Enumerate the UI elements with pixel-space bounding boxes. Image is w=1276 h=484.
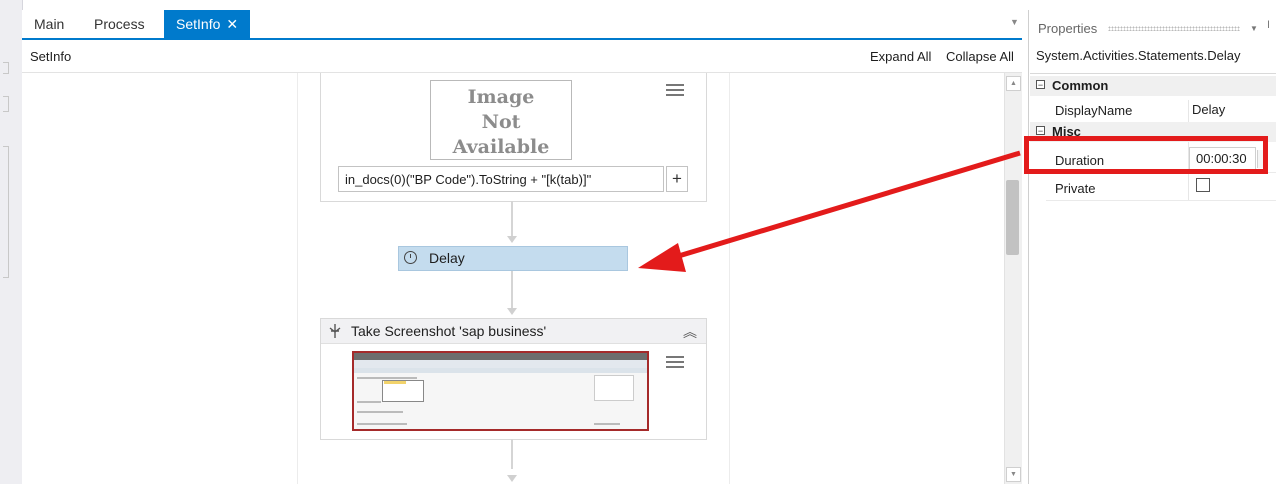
- thumb-detail: [384, 381, 406, 384]
- displayname-field[interactable]: Delay: [1192, 102, 1225, 117]
- breadcrumb[interactable]: SetInfo: [30, 49, 71, 64]
- panel-grip[interactable]: [1108, 26, 1240, 31]
- connector-arrow: [507, 308, 517, 315]
- connector-arrow: [507, 236, 517, 243]
- image-placeholder: Image Not Available: [430, 80, 572, 160]
- connector-line: [511, 439, 513, 469]
- activity-header: Take Screenshot 'sap business' ︽: [321, 319, 706, 344]
- left-gutter: [0, 0, 23, 484]
- image-placeholder-text: Available: [452, 136, 550, 158]
- thumb-detail: [354, 368, 647, 373]
- private-checkbox[interactable]: [1196, 178, 1210, 192]
- tab-label: SetInfo: [176, 16, 221, 32]
- tab-main[interactable]: Main: [22, 10, 76, 38]
- image-placeholder-text: Image: [467, 86, 535, 108]
- panel-dropdown-icon[interactable]: ▼: [1250, 24, 1258, 33]
- tab-process[interactable]: Process: [82, 10, 157, 38]
- plus-icon[interactable]: +: [666, 166, 688, 192]
- screenshot-icon: [329, 324, 341, 338]
- close-icon[interactable]: ✕: [226, 16, 238, 32]
- collapse-box-icon[interactable]: −: [1036, 126, 1045, 136]
- pin-icon[interactable]: Ⅰ: [1267, 20, 1270, 31]
- menu-icon[interactable]: [666, 356, 684, 370]
- collapse-chevron-icon[interactable]: ︽: [683, 322, 697, 342]
- screenshot-thumbnail: [352, 351, 649, 431]
- highlight-box: [1024, 136, 1268, 174]
- activity-title: Take Screenshot 'sap business': [351, 323, 547, 339]
- property-name: DisplayName: [1055, 103, 1133, 118]
- canvas-scrollbar[interactable]: [1004, 73, 1022, 484]
- properties-title: Properties: [1038, 21, 1098, 36]
- tab-label: Main: [34, 16, 65, 32]
- property-name: Private: [1055, 181, 1096, 196]
- thumb-detail: [354, 353, 647, 360]
- image-placeholder-text: Not: [481, 111, 521, 133]
- collapse-box-icon[interactable]: −: [1036, 80, 1045, 90]
- expand-all-button[interactable]: Expand All: [870, 49, 931, 64]
- divider: [1030, 73, 1276, 74]
- activity-type-name: System.Activities.Statements.Delay: [1036, 48, 1241, 63]
- thumb-detail: [594, 423, 620, 425]
- thumb-detail: [357, 423, 407, 425]
- delay-label: Delay: [429, 250, 465, 266]
- document-tab-bar: Main Process SetInfo ✕: [22, 10, 1022, 40]
- gutter-bracket: [3, 146, 9, 278]
- category-label: Common: [1052, 78, 1109, 93]
- gutter-bracket: [3, 96, 9, 112]
- tab-label: Process: [94, 16, 145, 32]
- sequence-border: [729, 73, 730, 484]
- connector-line: [511, 201, 513, 237]
- scroll-up-icon[interactable]: ▲: [1006, 76, 1021, 91]
- expression-input[interactable]: in_docs(0)("BP Code").ToString + "[k(tab…: [338, 166, 664, 192]
- sequence-border: [297, 73, 298, 484]
- designer-header: SetInfo Expand All Collapse All: [22, 40, 1022, 73]
- clock-icon: [404, 251, 417, 264]
- thumb-detail: [357, 377, 417, 379]
- scroll-down-icon[interactable]: ▼: [1006, 467, 1021, 482]
- collapse-all-button[interactable]: Collapse All: [946, 49, 1014, 64]
- connector-line: [511, 271, 513, 309]
- thumb-detail: [357, 411, 403, 413]
- thumb-detail: [594, 375, 634, 401]
- menu-icon[interactable]: [666, 84, 684, 98]
- thumb-detail: [357, 401, 381, 403]
- tab-setinfo[interactable]: SetInfo ✕: [164, 10, 251, 38]
- scroll-thumb[interactable]: [1006, 180, 1019, 255]
- delay-activity[interactable]: Delay: [398, 246, 628, 271]
- connector-arrow: [507, 475, 517, 482]
- gutter-bracket: [3, 62, 9, 74]
- thumb-detail: [354, 360, 647, 368]
- tab-overflow-dropdown-icon[interactable]: ▼: [1010, 17, 1019, 27]
